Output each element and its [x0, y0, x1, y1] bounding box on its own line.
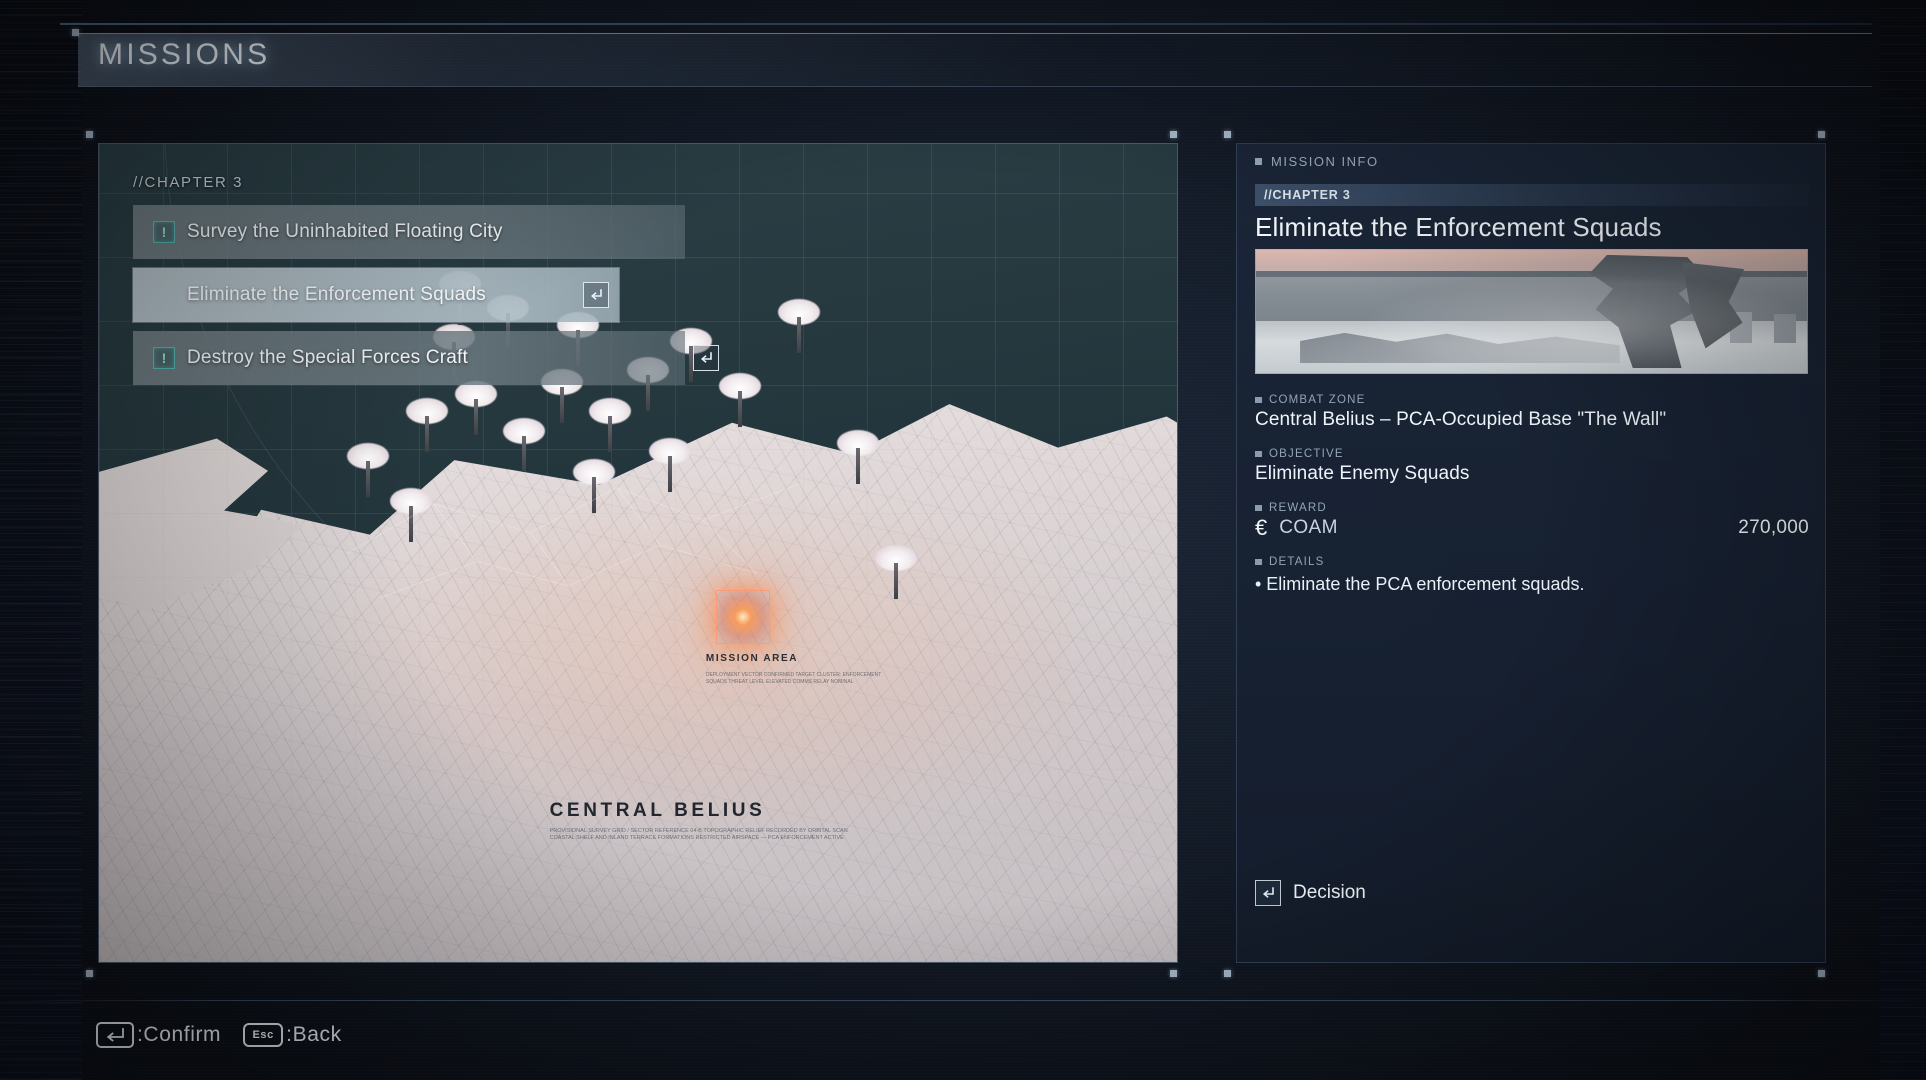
- info-corner-tick-br: [1818, 970, 1825, 977]
- combat-zone-header: COMBAT ZONE: [1255, 394, 1809, 406]
- objective-section: OBJECTIVE Eliminate Enemy Squads: [1255, 448, 1809, 485]
- reward-amount: 270,000: [1738, 517, 1809, 538]
- map-chapter-label: //CHAPTER 3: [133, 174, 244, 191]
- details-section: DETAILS • Eliminate the PCA enforcement …: [1255, 556, 1809, 597]
- details-label: DETAILS: [1269, 556, 1325, 568]
- alert-icon: !: [153, 347, 175, 369]
- decision-button[interactable]: Decision: [1255, 880, 1366, 906]
- floating-city-node: [875, 544, 918, 601]
- reward-currency: € COAM: [1255, 517, 1338, 539]
- mission-list-item-0[interactable]: ! Survey the Uninhabited Floating City: [133, 205, 685, 259]
- floating-city-node: [406, 397, 449, 454]
- floating-city-node: [573, 458, 616, 515]
- floating-city-node: [589, 397, 632, 454]
- details-header: DETAILS: [1255, 556, 1809, 568]
- floating-city-node: [648, 438, 691, 494]
- objective-value: Eliminate Enemy Squads: [1255, 463, 1470, 484]
- details-list: • Eliminate the PCA enforcement squads.: [1255, 571, 1809, 597]
- mission-info-header-label: MISSION INFO: [1271, 153, 1379, 169]
- floating-city-node: [346, 442, 389, 499]
- mission-item-label: Eliminate the Enforcement Squads: [187, 284, 486, 305]
- map-corner-tick-bl: [86, 970, 93, 977]
- info-corner-tick-tl: [1224, 131, 1231, 138]
- enter-key-icon[interactable]: [582, 282, 609, 308]
- back-hint-label: :Back: [286, 1023, 342, 1046]
- esc-key-label: Esc: [252, 1029, 274, 1041]
- header-top-rule: [60, 23, 1872, 25]
- square-bullet-icon: [1255, 451, 1262, 457]
- footer-hints: :Confirm Esc :Back: [96, 1022, 342, 1048]
- mission-preview-frame: [1255, 249, 1808, 374]
- mission-preview-image: [1255, 249, 1808, 374]
- objective-label: OBJECTIVE: [1269, 448, 1344, 460]
- info-corner-tick-bl: [1224, 970, 1231, 977]
- enter-key-icon: [1255, 880, 1281, 906]
- reward-header: REWARD: [1255, 502, 1809, 514]
- preview-haze: [1256, 250, 1807, 373]
- header-corner-tick: [72, 29, 79, 36]
- floating-city-node: [503, 418, 546, 474]
- chapter-badge: //CHAPTER 3: [1255, 184, 1809, 206]
- alert-icon: !: [153, 221, 175, 243]
- mission-area-label: MISSION AREA: [705, 652, 799, 664]
- combat-zone-section: COMBAT ZONE Central Belius – PCA-Occupie…: [1255, 394, 1809, 431]
- objective-header: OBJECTIVE: [1255, 448, 1809, 460]
- mission-item-label: Destroy the Special Forces Craft: [187, 347, 468, 368]
- floating-city-node: [718, 373, 761, 429]
- mission-area-subtext: DEPLOYMENT VECTOR CONFIRMED TARGET CLUST…: [705, 672, 882, 686]
- esc-key-icon: Esc: [243, 1023, 284, 1047]
- map-region-name: CENTRAL BELIUS: [549, 800, 766, 822]
- mission-list-item-1[interactable]: Eliminate the Enforcement Squads: [133, 268, 619, 322]
- square-bullet-icon: [1255, 559, 1262, 565]
- mission-list-item-2[interactable]: ! Destroy the Special Forces Craft: [133, 331, 719, 385]
- map-corner-tick-tl: [86, 131, 93, 138]
- details-list-item: • Eliminate the PCA enforcement squads.: [1255, 574, 1585, 594]
- reward-row: € COAM 270,000: [1255, 517, 1809, 539]
- combat-zone-value: Central Belius – PCA-Occupied Base "The …: [1255, 409, 1667, 430]
- floating-city-node: [778, 299, 821, 355]
- mission-info-header: MISSION INFO: [1237, 144, 1825, 178]
- reward-label: REWARD: [1269, 502, 1327, 514]
- map-region-subtext: PROVISIONAL SURVEY GRID / SECTOR REFEREN…: [549, 827, 848, 842]
- background-right-texture: [1880, 0, 1926, 1080]
- square-bullet-icon: [1255, 505, 1262, 511]
- coam-currency-icon: €: [1255, 515, 1268, 540]
- page-title: MISSIONS: [98, 38, 271, 71]
- decision-button-label: Decision: [1293, 882, 1366, 903]
- floating-city-node: [390, 487, 433, 544]
- combat-zone-label: COMBAT ZONE: [1269, 394, 1366, 406]
- footer-separator: [0, 1000, 1926, 1001]
- confirm-hint-label: :Confirm: [137, 1023, 222, 1046]
- background-left-texture: [0, 0, 82, 1080]
- mission-item-label: Survey the Uninhabited Floating City: [187, 221, 503, 242]
- mission-map-panel[interactable]: MISSION AREA DEPLOYMENT VECTOR CONFIRMED…: [98, 143, 1178, 963]
- map-corner-tick-tr: [1170, 131, 1177, 138]
- square-bullet-icon: [1255, 397, 1262, 403]
- reward-section: REWARD € COAM 270,000: [1255, 502, 1809, 539]
- mission-title: Eliminate the Enforcement Squads: [1255, 212, 1662, 242]
- coam-currency-label: COAM: [1279, 517, 1338, 538]
- square-bullet-icon: [1255, 157, 1262, 165]
- header-bar: [78, 33, 1872, 87]
- enter-key-glyph-icon: [96, 1022, 134, 1048]
- chapter-badge-label: //CHAPTER 3: [1264, 188, 1351, 202]
- mission-list: ! Survey the Uninhabited Floating City E…: [133, 205, 719, 394]
- header: [60, 23, 1872, 91]
- floating-city-node: [837, 430, 880, 486]
- map-corner-tick-br: [1170, 970, 1177, 977]
- enter-key-icon[interactable]: [693, 345, 719, 371]
- info-corner-tick-tr: [1818, 131, 1825, 138]
- mission-info-panel: MISSION INFO //CHAPTER 3 Eliminate the E…: [1236, 143, 1826, 963]
- mission-area-marker[interactable]: [715, 589, 770, 644]
